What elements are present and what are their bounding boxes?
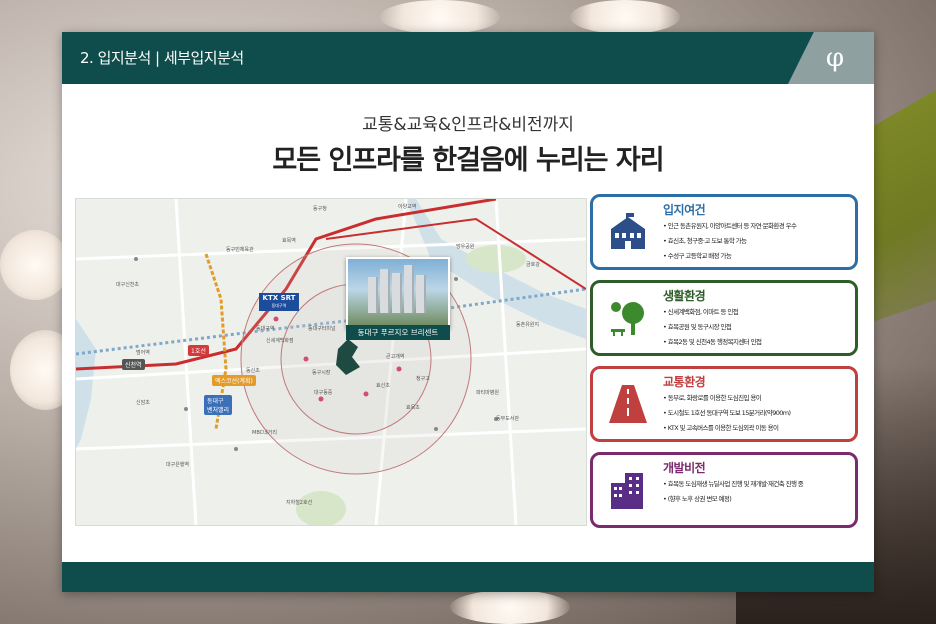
map-label: 신암초 xyxy=(136,400,150,406)
card-transport: 교통환경 동부로, 화랑로를 이용한 도심진입 용이 도시철도 1호선 동대구역… xyxy=(590,366,858,442)
map-label: 청구고 xyxy=(416,376,430,382)
card-item: 수성구 고등학교 배정 가능 xyxy=(663,249,859,264)
map-label: 대구은행역 xyxy=(166,462,190,468)
card-location: 입지여건 인근 동촌유원지, 아양아트센터 등 자연·문화환경 우수 효신초, … xyxy=(590,194,858,270)
map-label: 동촌유원지 xyxy=(516,322,540,328)
card-living: 생활환경 신세계백화점, 이마트 등 인접 효목공원 및 동구시장 인접 효목2… xyxy=(590,280,858,356)
map-label: 동신초 xyxy=(246,368,260,374)
map-label: 신세계백화점 xyxy=(266,338,294,344)
park-area xyxy=(296,491,346,525)
map-label: 효목역 xyxy=(282,238,296,244)
map-label: 동대구역 xyxy=(256,326,275,332)
card-item: 효신초, 청구중·고 도보 통학 가능 xyxy=(663,234,859,249)
project-label: 동대구 푸르지오 브리센트 xyxy=(346,325,450,340)
card-title: 교통환경 xyxy=(663,375,706,389)
map-label: 효목초 xyxy=(406,405,420,411)
card-title: 생활환경 xyxy=(663,289,706,303)
blossom-decoration xyxy=(0,230,70,300)
map-label: 지하철2호선 xyxy=(286,500,313,506)
section-title: 2. 입지분석 | 세부입지분석 xyxy=(80,49,244,67)
map-label: 동구시장 xyxy=(312,370,331,376)
map-graphic xyxy=(76,199,586,525)
map-label: 동부도서관 xyxy=(496,416,520,422)
card-list: 신세계백화점, 이마트 등 인접 효목공원 및 동구시장 인접 효목2동 및 신… xyxy=(663,305,859,350)
card-list: 인근 동촌유원지, 아양아트센터 등 자연·문화환경 우수 효신초, 청구중·고… xyxy=(663,219,859,264)
blossom-decoration xyxy=(380,0,500,34)
project-rendering-photo xyxy=(346,257,450,329)
map-label: 동구민체육관 xyxy=(226,247,254,253)
card-item: 효목공원 및 동구시장 인접 xyxy=(663,320,859,335)
map-label: 범어역 xyxy=(136,350,150,356)
map-badge: 신천역 xyxy=(122,359,145,370)
map-label: 대구신천초 xyxy=(116,282,140,288)
card-item: 신세계백화점, 이마트 등 인접 xyxy=(663,305,859,320)
park-tree-icon xyxy=(611,302,644,336)
card-item: (향후 노후 상권 변모 예정) xyxy=(663,492,859,507)
park-area xyxy=(466,245,526,273)
header-bar: 2. 입지분석 | 세부입지분석 φ xyxy=(62,32,874,84)
ktx-station-badge: KTX SRT 동대구역 xyxy=(259,293,299,311)
map-label: 동구청 xyxy=(313,206,327,212)
card-item: 도시철도 1호선 동대구역 도보 15분거리(약900m) xyxy=(663,406,859,421)
map-label: MBC네거리 xyxy=(252,430,277,436)
blossom-decoration xyxy=(570,0,680,34)
map-label: 파티마병원 xyxy=(476,390,500,396)
map-badge: 동대구 벤처밸리 xyxy=(204,395,233,415)
ktx-sublabel: 동대구역 xyxy=(271,303,287,308)
map-label: 아양교역 xyxy=(398,204,417,210)
map-label: 동대구터미널 xyxy=(308,326,336,332)
ktx-label: KTX SRT xyxy=(262,294,296,302)
card-title: 개발비전 xyxy=(663,461,706,475)
phi-logo-icon: φ xyxy=(825,43,845,73)
card-list: 효목동 도심재생 뉴딜사업 진행 및 재개발·재건축 진행 중 (향후 노후 상… xyxy=(663,477,859,507)
card-item: KTX 및 고속버스를 이용한 도심외곽 이동 용이 xyxy=(663,421,859,436)
map-label: 대구동중 xyxy=(314,390,333,396)
school-building-icon xyxy=(611,213,645,249)
road-icon xyxy=(609,385,647,423)
card-development: 개발비전 효목동 도심재생 뉴딜사업 진행 및 재개발·재건축 진행 중 (향후… xyxy=(590,452,858,528)
map-label: 망우공원 xyxy=(456,244,475,250)
map-label: 효신초 xyxy=(376,383,390,389)
map-label: 큰고개역 xyxy=(386,354,405,360)
river xyxy=(76,319,96,449)
location-map: 동구청 아양교역 효목역 동구민체육관 대구신천초 동대구역 신세계백화점 동대… xyxy=(75,198,587,526)
blossom-decoration xyxy=(450,590,570,624)
card-item: 동부로, 화랑로를 이용한 도심진입 용이 xyxy=(663,391,859,406)
subtitle: 교통&교육&인프라&비전까지 xyxy=(362,115,574,135)
card-title: 입지여건 xyxy=(663,203,706,217)
map-badge: 엑스코선(계획) xyxy=(212,375,256,386)
card-item: 인근 동촌유원지, 아양아트센터 등 자연·문화환경 우수 xyxy=(663,219,859,234)
slide: 2. 입지분석 | 세부입지분석 φ 교통&교육&인프라&비전까지 모든 인프라… xyxy=(62,32,874,592)
city-building-icon xyxy=(611,473,643,509)
page-title: 모든 인프라를 한걸음에 누리는 자리 xyxy=(272,145,664,176)
map-label: 금호강 xyxy=(526,262,540,268)
map-badge: 1호선 xyxy=(188,345,209,356)
footer-bar xyxy=(62,562,874,592)
card-item: 효목동 도심재생 뉴딜사업 진행 및 재개발·재건축 진행 중 xyxy=(663,477,859,492)
card-item: 효목2동 및 신천4동 행정복지센터 인접 xyxy=(663,335,859,350)
card-list: 동부로, 화랑로를 이용한 도심진입 용이 도시철도 1호선 동대구역 도보 1… xyxy=(663,391,859,436)
